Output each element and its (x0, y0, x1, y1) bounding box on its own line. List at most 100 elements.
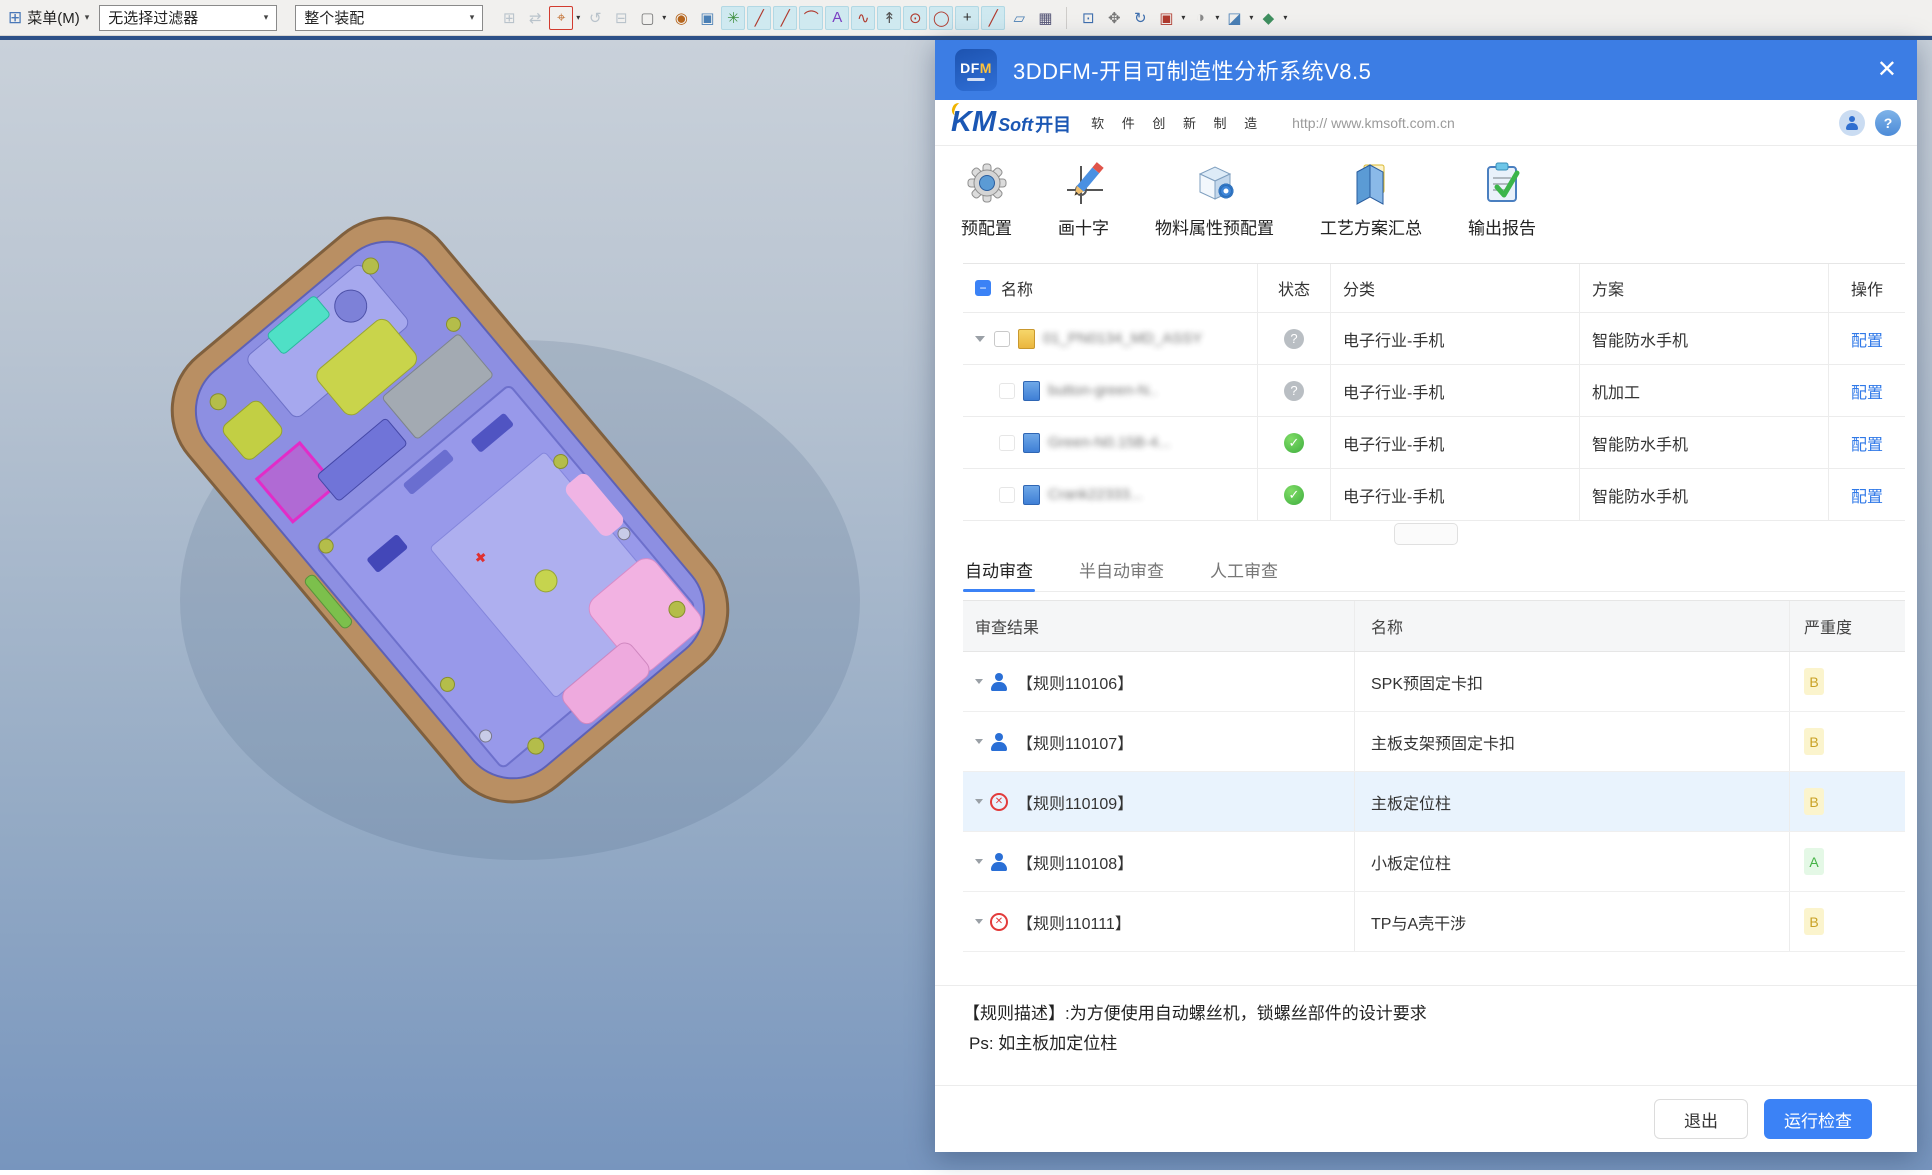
tab-自动审查[interactable]: 自动审查 (963, 548, 1035, 591)
action-report-check[interactable]: 输出报告 (1468, 158, 1536, 239)
sketch-point-icon[interactable]: ✳ (721, 6, 745, 30)
expand-caret-icon[interactable] (975, 336, 985, 342)
action-box-gear[interactable]: 物料属性预配置 (1155, 158, 1274, 239)
section-view-icon[interactable]: ◆ (1256, 6, 1280, 30)
close-icon[interactable]: ✕ (1877, 58, 1897, 82)
results-table-header: 审查结果名称严重度 (963, 600, 1905, 652)
action-gear[interactable]: 预配置 (961, 158, 1012, 239)
line-icon[interactable]: ╱ (747, 6, 771, 30)
part-name-text: 01_PN0134_MD_ASSY (1043, 330, 1202, 347)
configure-link[interactable]: 配置 (1851, 379, 1883, 403)
zoom-icon[interactable]: ⊡ (1076, 6, 1100, 30)
part-name-text: Crank22333... (1048, 486, 1142, 503)
expand-caret-icon[interactable] (975, 919, 983, 924)
parts-table-row[interactable]: 01_PN0134_MD_ASSY? 电子行业-手机智能防水手机配置 (963, 313, 1905, 365)
user-icon[interactable] (1839, 110, 1865, 136)
result-row[interactable]: 【规则110107】主板支架预固定卡扣B (963, 712, 1905, 772)
run-check-button[interactable]: 运行检查 (1764, 1099, 1872, 1139)
parts-header-cell: 方案 (1580, 264, 1829, 312)
action-books[interactable]: 工艺方案汇总 (1320, 158, 1422, 239)
chevron-down-icon[interactable]: ▾ (662, 13, 666, 22)
circle-icon[interactable]: ◯ (929, 6, 953, 30)
configure-link[interactable]: 配置 (1851, 483, 1883, 507)
menu-button[interactable]: ⊞ 菜单(M) ▾ (8, 7, 89, 28)
status-unknown-icon: ? (1284, 329, 1304, 349)
person-icon (990, 853, 1008, 871)
action-pencil-crosshair[interactable]: 画十字 (1058, 158, 1109, 239)
result-row[interactable]: ✕【规则110111】TP与A壳干涉B (963, 892, 1905, 952)
expand-caret-icon[interactable] (975, 739, 983, 744)
circle-center-icon[interactable]: ⊙ (903, 6, 927, 30)
row-checkbox[interactable] (999, 435, 1015, 451)
snap-point-icon[interactable]: ⌖ (549, 6, 573, 30)
inferred-line-icon[interactable]: ╱ (773, 6, 797, 30)
orient-view-icon[interactable]: ◪ (1222, 6, 1246, 30)
assembly-constraints-icon[interactable]: ⊞ (497, 6, 521, 30)
cell-severity: B (1790, 712, 1905, 771)
expand-caret-icon[interactable] (975, 799, 983, 804)
selection-filter-select[interactable]: 无选择过滤器 ▾ (99, 5, 277, 31)
rule-description-line1: 【规则描述】:为方便使用自动螺丝机，锁螺丝部件的设计要求 (963, 999, 1917, 1029)
row-checkbox[interactable] (994, 331, 1010, 347)
select-all-checkbox[interactable]: − (975, 280, 991, 296)
brand-row: KM Soft 开目 软 件 创 新 制 造 http:// www.kmsof… (935, 100, 1917, 146)
cell-plan: 智能防水手机 (1580, 313, 1829, 364)
help-icon[interactable]: ? (1875, 110, 1901, 136)
surface-icon[interactable]: ▱ (1007, 6, 1031, 30)
reposition-icon[interactable]: ↺ (583, 6, 607, 30)
cell-rule-name: TP与A壳干涉 (1355, 892, 1790, 951)
cell-part-name: button-green-N.. (963, 365, 1258, 416)
expand-caret-icon[interactable] (975, 679, 983, 684)
result-row[interactable]: ✕【规则110109】主板定位柱B (963, 772, 1905, 832)
chevron-down-icon[interactable]: ▾ (1249, 13, 1253, 22)
tab-人工审查[interactable]: 人工审查 (1208, 548, 1280, 591)
cell-status: ✓ (1258, 417, 1331, 468)
marquee-select-icon[interactable]: ▢ (635, 6, 659, 30)
row-checkbox[interactable] (999, 487, 1015, 503)
result-row[interactable]: 【规则110108】小板定位柱A (963, 832, 1905, 892)
mesh-icon[interactable]: ▦ (1033, 6, 1057, 30)
configure-link[interactable]: 配置 (1851, 431, 1883, 455)
studio-spline-icon[interactable]: A (825, 6, 849, 30)
chevron-down-icon[interactable]: ▾ (1215, 13, 1219, 22)
view-cube-icon[interactable]: ▣ (695, 6, 719, 30)
chevron-down-icon[interactable]: ▾ (1283, 13, 1287, 22)
fit-view-icon[interactable]: ▣ (1154, 6, 1178, 30)
brand-url: http:// www.kmsoft.com.cn (1292, 115, 1455, 131)
parts-table-row[interactable]: Green-N0.15B-4...✓电子行业-手机智能防水手机配置 (963, 417, 1905, 469)
result-row[interactable]: 【规则110106】SPK预固定卡扣B (963, 652, 1905, 712)
pattern-component-icon[interactable]: ⊟ (609, 6, 633, 30)
point-icon[interactable]: + (955, 6, 979, 30)
shaded-object-icon[interactable]: ◉ (669, 6, 693, 30)
render-style-icon[interactable]: ◑ (1188, 6, 1212, 30)
curve-icon[interactable]: ∿ (851, 6, 875, 30)
cell-category: 电子行业-手机 (1331, 313, 1580, 364)
pan-icon[interactable]: ✥ (1102, 6, 1126, 30)
dfm-app-icon: DFM (955, 49, 997, 91)
diagonal-line-icon[interactable]: ╱ (981, 6, 1005, 30)
move-component-icon[interactable]: ⇄ (523, 6, 547, 30)
parts-table-row[interactable]: button-green-N..?电子行业-手机机加工配置 (963, 365, 1905, 417)
parts-table-row[interactable]: Crank22333...✓电子行业-手机智能防水手机配置 (963, 469, 1905, 521)
action-label: 输出报告 (1468, 214, 1536, 239)
row-checkbox[interactable] (999, 383, 1015, 399)
expand-caret-icon[interactable] (975, 859, 983, 864)
selection-scope-select[interactable]: 整个装配 ▾ (295, 5, 483, 31)
chevron-down-icon[interactable]: ▾ (1181, 13, 1185, 22)
arc-icon[interactable]: ⌒ (799, 6, 823, 30)
part-icon (1023, 433, 1040, 453)
parts-header-cell: 状态 (1258, 264, 1331, 312)
dialog-titlebar[interactable]: DFM 3DDFM-开目可制造性分析系统V8.5 ✕ (935, 40, 1917, 100)
cell-part-name: Green-N0.15B-4... (963, 417, 1258, 468)
exit-button[interactable]: 退出 (1654, 1099, 1748, 1139)
parts-table-header: −名称状态分类方案操作 (963, 263, 1905, 313)
chevron-down-icon[interactable]: ▾ (576, 13, 580, 22)
collapse-handle[interactable] (1394, 523, 1458, 545)
tab-半自动审查[interactable]: 半自动审查 (1077, 548, 1166, 591)
datum-axis-icon[interactable]: ↟ (877, 6, 901, 30)
account-area: ? (1839, 110, 1901, 136)
parts-header-cell: 操作 (1829, 264, 1905, 312)
configure-link[interactable]: 配置 (1851, 327, 1883, 351)
dfm-icon-text-accent: M (980, 60, 992, 76)
rotate-view-icon[interactable]: ↻ (1128, 6, 1152, 30)
